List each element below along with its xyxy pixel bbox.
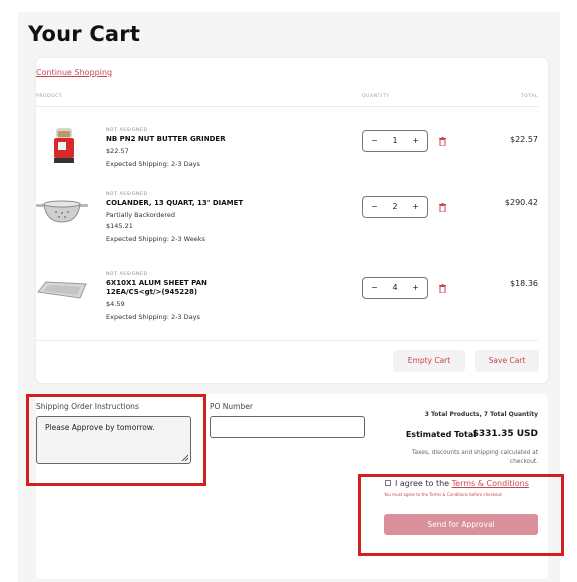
item-tag: NOT ASSIGNED: [106, 128, 148, 133]
sheet-pan-image: [37, 281, 87, 299]
po-number-input[interactable]: [210, 416, 365, 438]
trash-icon[interactable]: [439, 203, 446, 212]
quantity-stepper: − 4 +: [362, 277, 428, 299]
item-name[interactable]: 6X10X1 ALUM SHEET PAN 12EA/CS<gt/>(94522…: [106, 279, 236, 297]
item-total: $22.57: [510, 135, 538, 144]
item-shipping: Expected Shipping: 2-3 Days: [106, 160, 200, 168]
empty-cart-button[interactable]: Empty Cart: [393, 350, 465, 372]
item-unit-price: $22.57: [106, 147, 129, 155]
estimated-total-value: $331.35 USD: [472, 429, 538, 439]
increase-quantity-button[interactable]: +: [412, 202, 419, 211]
po-number-label: PO Number: [210, 402, 253, 411]
quantity-stepper: − 2 +: [362, 196, 428, 218]
tax-note: Taxes, discounts and shipping calculated…: [412, 450, 538, 465]
trash-icon[interactable]: [439, 284, 446, 293]
item-total: $290.42: [504, 198, 538, 207]
column-header-product: PRODUCT: [36, 94, 63, 99]
item-shipping: Expected Shipping: 2-3 Weeks: [106, 235, 205, 243]
increase-quantity-button[interactable]: +: [412, 283, 419, 292]
column-header-quantity: QUANTITY: [362, 94, 390, 99]
item-unit-price: $4.59: [106, 300, 125, 308]
item-total: $18.36: [510, 279, 538, 288]
header-divider: [36, 106, 538, 107]
item-name[interactable]: COLANDER, 13 QUART, 13" DIAMET: [106, 199, 336, 208]
item-tag: NOT ASSIGNED: [106, 192, 148, 197]
nut-butter-grinder-image: [54, 128, 74, 163]
save-cart-button[interactable]: Save Cart: [475, 350, 539, 372]
cart-card: Continue Shopping PRODUCT QUANTITY TOTAL…: [36, 58, 548, 383]
continue-shopping-link[interactable]: Continue Shopping: [36, 68, 112, 77]
page-title: Your Cart: [28, 22, 141, 46]
quantity-stepper: − 1 +: [362, 130, 428, 152]
increase-quantity-button[interactable]: +: [412, 136, 419, 145]
item-availability: Partially Backordered: [106, 211, 176, 219]
item-unit-price: $145.21: [106, 222, 133, 230]
cart-divider: [36, 340, 538, 341]
instructions-highlight-box: [26, 394, 206, 486]
approval-highlight-box: [358, 474, 564, 556]
cart-counts: 3 Total Products, 7 Total Quantity: [424, 411, 538, 418]
item-tag: NOT ASSIGNED: [106, 272, 148, 277]
item-details: NOT ASSIGNED NB PN2 NUT BUTTER GRINDER $…: [106, 128, 336, 168]
item-shipping: Expected Shipping: 2-3 Days: [106, 313, 200, 321]
colander-image: [36, 200, 88, 223]
item-details: NOT ASSIGNED COLANDER, 13 QUART, 13" DIA…: [106, 192, 336, 243]
item-details: NOT ASSIGNED 6X10X1 ALUM SHEET PAN 12EA/…: [106, 272, 336, 321]
column-header-total: TOTAL: [520, 94, 538, 99]
item-name[interactable]: NB PN2 NUT BUTTER GRINDER: [106, 135, 336, 144]
trash-icon[interactable]: [439, 137, 446, 146]
estimated-total-label: Estimated Total: [405, 430, 476, 439]
